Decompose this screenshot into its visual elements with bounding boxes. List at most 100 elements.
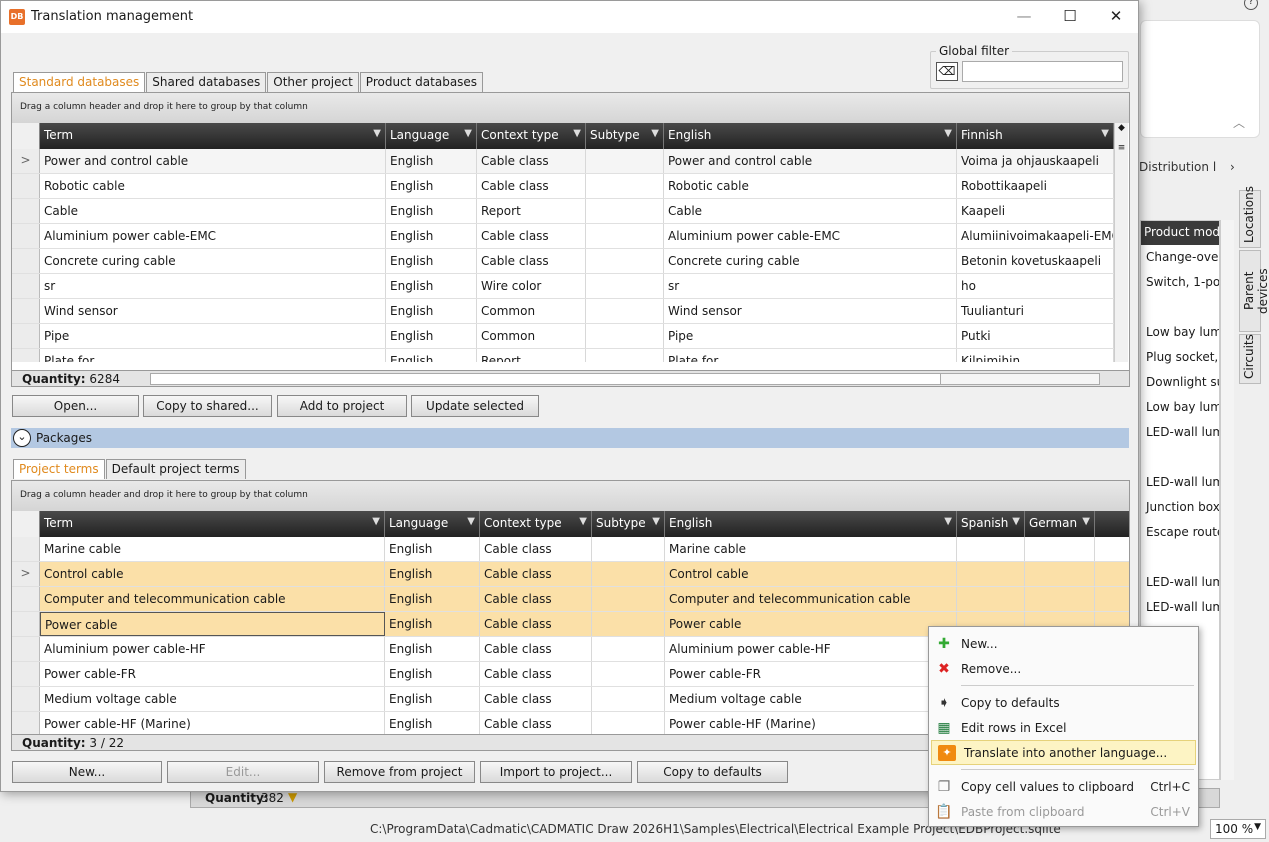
new-button[interactable]: New... (12, 761, 162, 783)
table-cell[interactable] (592, 662, 665, 686)
table-cell[interactable]: Power and control cable (40, 149, 386, 173)
table-cell[interactable]: Alumiinivoimakaapeli-EMC (957, 224, 1114, 248)
column-filter-icon[interactable]: ▼ (944, 128, 952, 139)
close-button[interactable]: ✕ (1093, 1, 1139, 33)
table-cell[interactable]: Power cable-FR (665, 662, 957, 686)
row-selector[interactable]: > (12, 149, 40, 173)
menu-item-remove[interactable]: ✖ Remove... (929, 656, 1198, 681)
table-cell[interactable]: Concrete curing cable (40, 249, 386, 273)
table-cell[interactable]: Marine cable (40, 537, 385, 561)
column-header-language[interactable]: Language ▼ (385, 511, 480, 537)
column-filter-icon[interactable]: ▼ (1101, 128, 1109, 139)
table-cell[interactable]: Cable class (477, 249, 586, 273)
row-selector[interactable]: > (12, 562, 40, 586)
column-header-term[interactable]: Term ▼ (40, 123, 386, 149)
column-header-finnish[interactable]: Finnish ▼ (957, 123, 1114, 149)
table-cell[interactable]: English (385, 687, 480, 711)
column-filter-icon[interactable]: ▼ (652, 516, 660, 527)
table-cell[interactable]: Betonin kovetuskaapeli (957, 249, 1114, 273)
column-header-subtype[interactable]: Subtype ▼ (592, 511, 665, 537)
expand-chevron-icon[interactable]: ⌄ (13, 429, 31, 447)
table-cell[interactable] (592, 687, 665, 711)
tab-project-terms[interactable]: Project terms (13, 459, 105, 479)
row-selector[interactable] (12, 349, 40, 362)
table-cell[interactable]: Cable class (480, 687, 592, 711)
list-item[interactable] (1141, 445, 1219, 470)
table-cell[interactable] (1025, 587, 1095, 611)
list-item[interactable] (1141, 545, 1219, 570)
row-selector[interactable] (12, 537, 40, 561)
list-item[interactable]: LED-wall lumi (1141, 570, 1219, 595)
table-cell[interactable] (586, 249, 664, 273)
table-cell[interactable]: Aluminium power cable-HF (665, 637, 957, 661)
menu-item-copy-to-defaults[interactable]: ➧ Copy to defaults (929, 690, 1198, 715)
column-filter-icon[interactable]: ▼ (373, 128, 381, 139)
table-cell[interactable]: English (385, 587, 480, 611)
table-cell[interactable]: Wind sensor (40, 299, 386, 323)
packages-bar[interactable] (11, 428, 1129, 448)
table-row[interactable]: Marine cable English Cable class Marine cab… (12, 537, 1129, 562)
distribution-tab[interactable]: Distribution l › (1139, 160, 1269, 180)
table-cell[interactable]: Robotic cable (664, 174, 957, 198)
table-cell[interactable]: English (386, 274, 477, 298)
list-item[interactable]: Low bay lumi (1141, 320, 1219, 345)
table-cell[interactable]: English (385, 712, 480, 734)
table-cell[interactable] (586, 224, 664, 248)
table-cell[interactable] (586, 274, 664, 298)
table-cell[interactable]: Robottikaapeli (957, 174, 1114, 198)
row-selector[interactable] (12, 612, 40, 636)
table-cell[interactable]: Common (477, 299, 586, 323)
table-row[interactable]: Concrete curing cable English Cable class C… (12, 249, 1114, 274)
table-cell[interactable]: Cable class (480, 562, 592, 586)
table-cell[interactable]: English (385, 637, 480, 661)
table-cell[interactable]: Cable class (480, 587, 592, 611)
list-item[interactable] (1141, 295, 1219, 320)
add-to-project-button[interactable]: Add to project (277, 395, 407, 417)
table-cell[interactable]: Power cable (40, 612, 385, 636)
table-cell[interactable]: Report (477, 199, 586, 223)
tab-product-databases[interactable]: Product databases (359, 72, 484, 92)
column-filter-icon[interactable]: ▼ (464, 128, 472, 139)
tab-locations[interactable]: Locations (1239, 186, 1261, 248)
table-cell[interactable] (957, 587, 1025, 611)
table-cell[interactable]: Pipe (40, 324, 386, 348)
menu-item-translate[interactable]: ✦ Translate into another language... (931, 740, 1196, 765)
column-filter-icon[interactable]: ▼ (1082, 516, 1090, 527)
table-row[interactable]: > Power and control cable English Cable cla… (12, 149, 1114, 174)
row-selector[interactable] (12, 174, 40, 198)
table-cell[interactable]: English (385, 612, 480, 636)
tab-default-project-terms[interactable]: Default project terms (105, 459, 246, 479)
table-row[interactable]: Plate for English Report Plate for Kilpimihi… (12, 349, 1114, 362)
import-to-project-button[interactable]: Import to project... (480, 761, 632, 783)
table-cell[interactable] (592, 587, 665, 611)
table-cell[interactable]: Aluminium power cable-EMC (664, 224, 957, 248)
column-header-context-type[interactable]: Context type ▼ (477, 123, 586, 149)
table-cell[interactable]: Aluminium power cable-EMC (40, 224, 386, 248)
table-cell[interactable]: English (386, 174, 477, 198)
table-cell[interactable]: English (386, 149, 477, 173)
list-item[interactable]: Low bay lumi (1141, 395, 1219, 420)
list-item[interactable]: LED-wall lumi (1141, 470, 1219, 495)
table-cell[interactable]: Marine cable (665, 537, 957, 561)
copy-to-shared-button[interactable]: Copy to shared... (143, 395, 272, 417)
list-item[interactable]: Junction box i (1141, 495, 1219, 520)
menu-item-edit-in-excel[interactable]: ▦ Edit rows in Excel (929, 715, 1198, 740)
table-cell[interactable] (592, 637, 665, 661)
table-cell[interactable]: Cable class (480, 662, 592, 686)
list-item[interactable]: Plug socket, 2 (1141, 345, 1219, 370)
column-header-german[interactable]: German ▼ (1025, 511, 1095, 537)
list-item[interactable]: LED-wall lumi (1141, 595, 1219, 620)
table-cell[interactable]: English (386, 199, 477, 223)
table-cell[interactable] (586, 349, 664, 362)
table-cell[interactable]: Computer and telecommunication cable (40, 587, 385, 611)
table-cell[interactable]: Report (477, 349, 586, 362)
table-cell[interactable]: Power cable (665, 612, 957, 636)
global-filter-input[interactable] (962, 61, 1123, 82)
table-cell[interactable]: Medium voltage cable (40, 687, 385, 711)
table-cell[interactable]: Power cable-HF (Marine) (40, 712, 385, 734)
row-selector[interactable] (12, 687, 40, 711)
table-cell[interactable]: Kaapeli (957, 199, 1114, 223)
table-cell[interactable]: English (385, 537, 480, 561)
table-cell[interactable] (957, 537, 1025, 561)
menu-item-new[interactable]: ✚ New... (929, 631, 1198, 656)
